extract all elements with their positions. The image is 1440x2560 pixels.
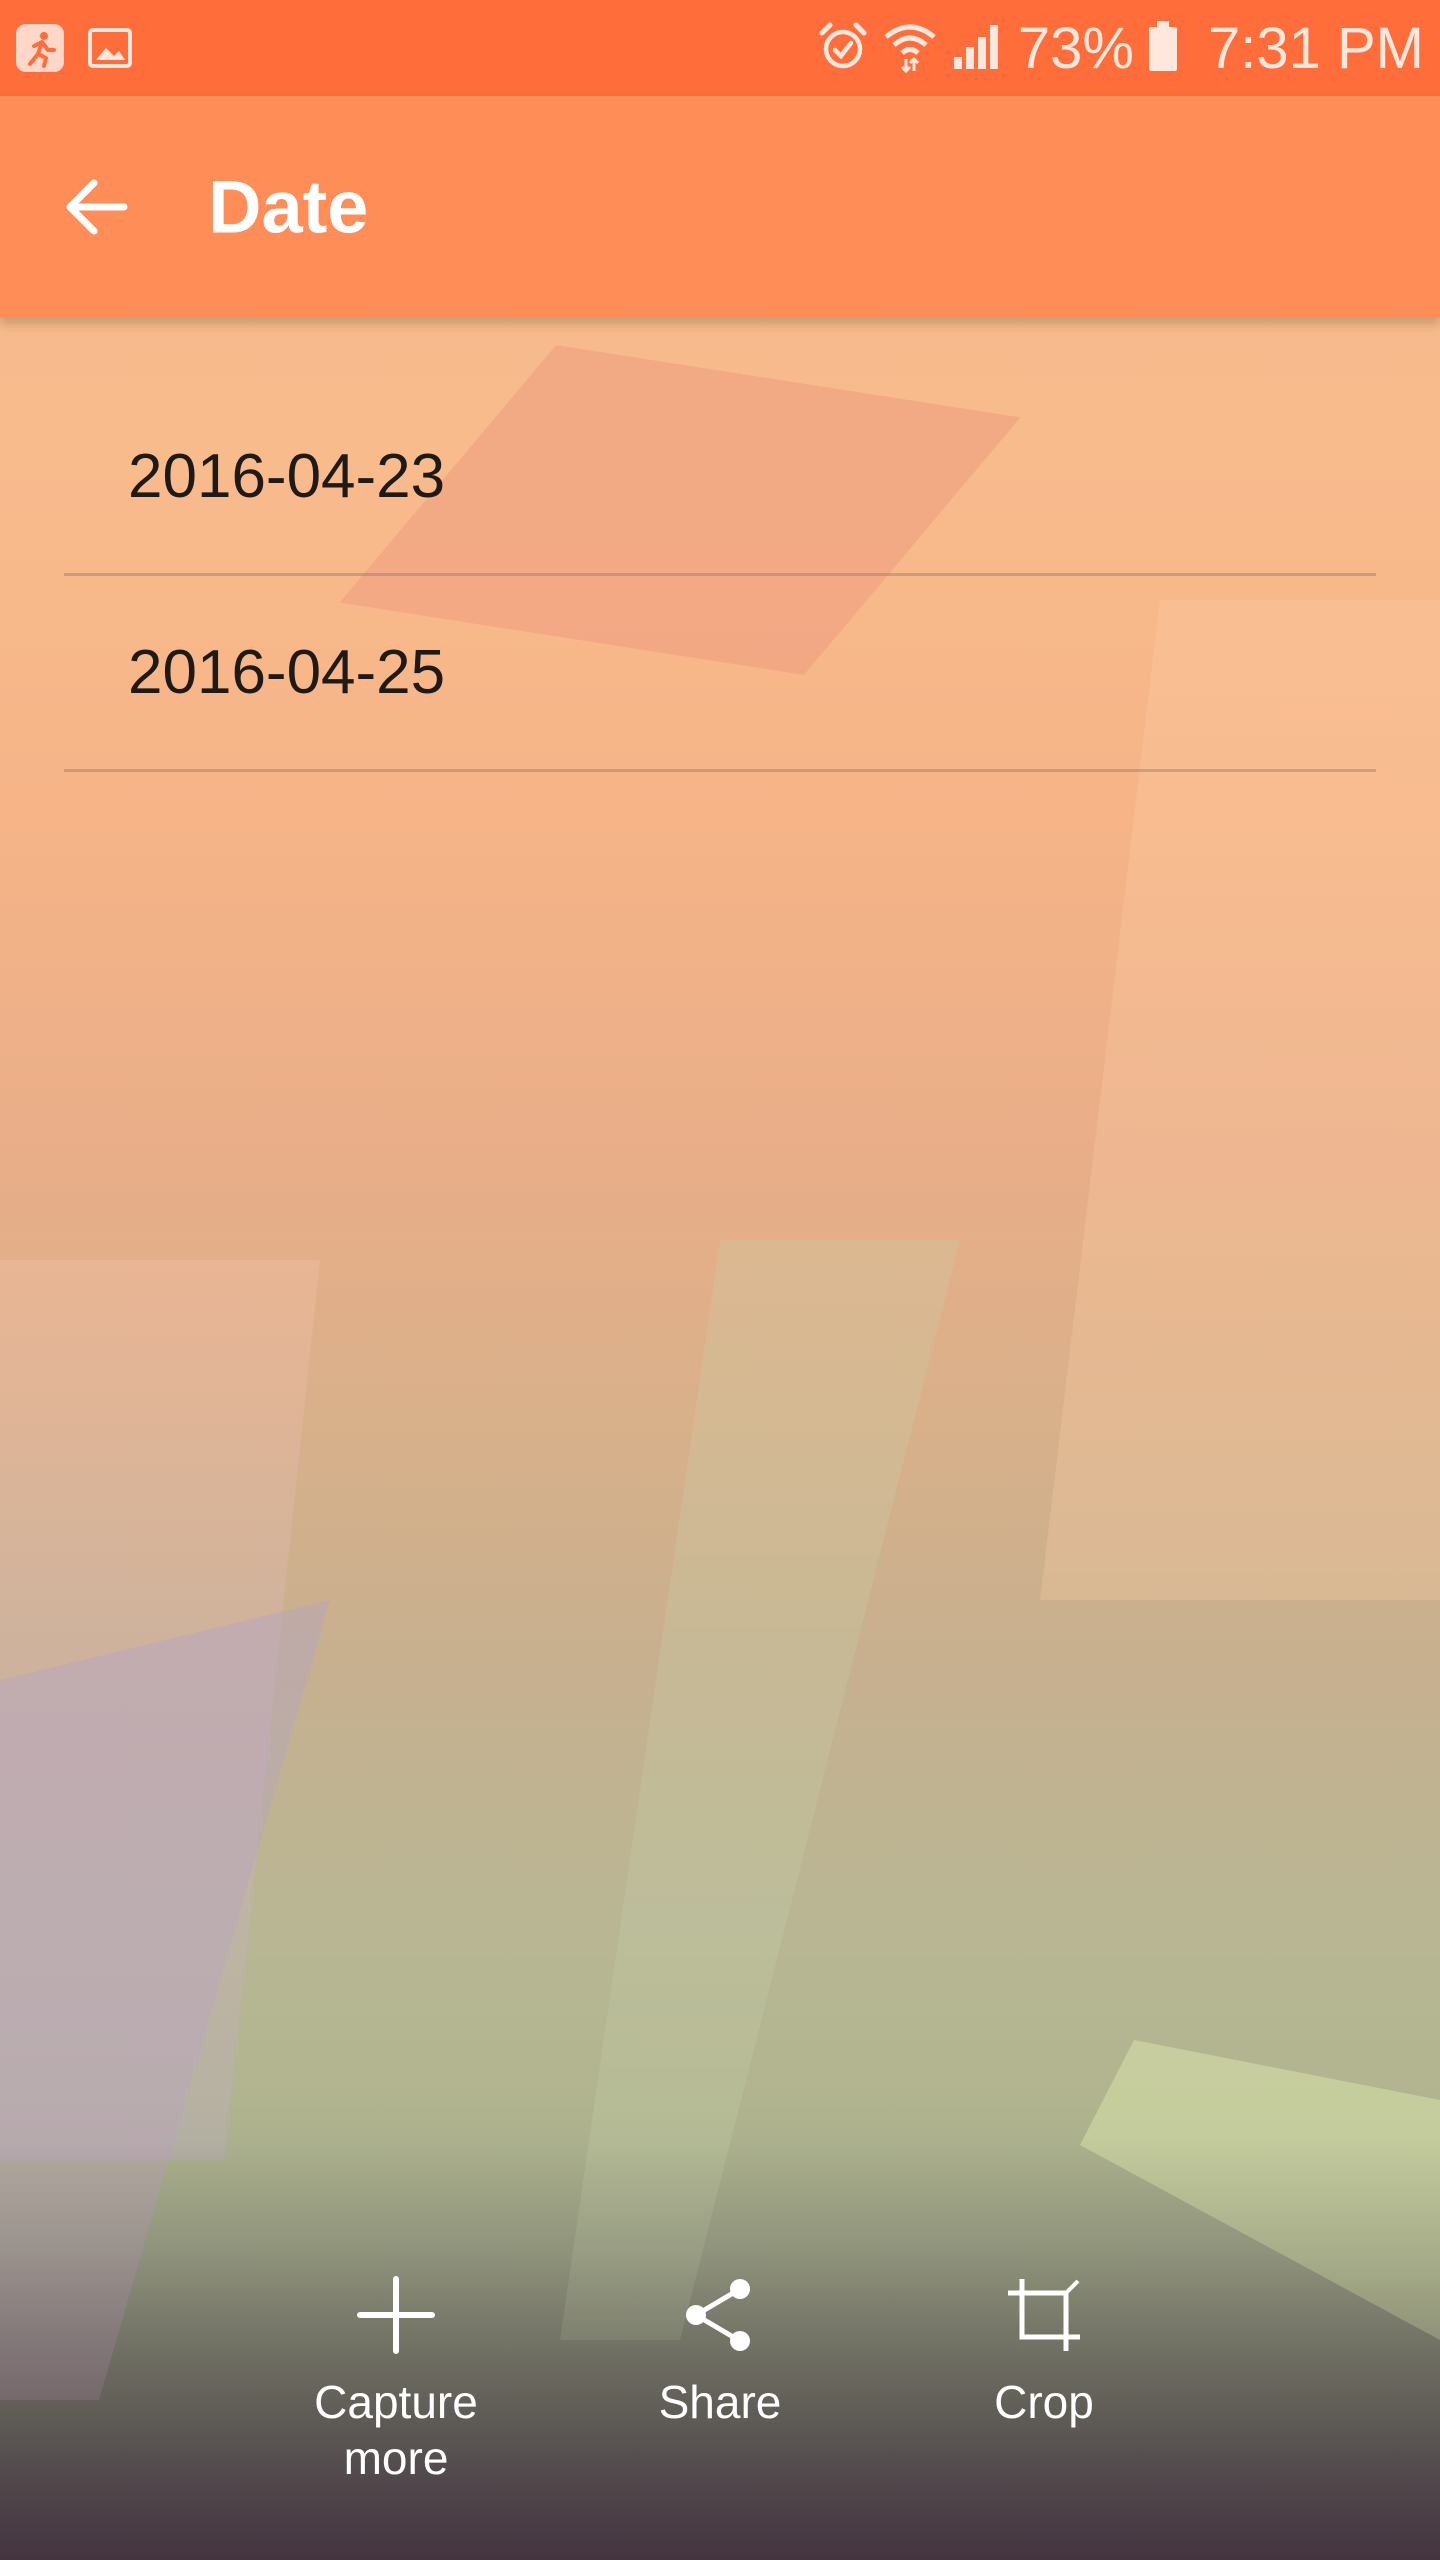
share-label: Share xyxy=(658,2376,782,2428)
date-list-item[interactable]: 2016-04-25 xyxy=(64,576,1376,772)
gallery-icon xyxy=(86,24,134,72)
date-list: 2016-04-23 2016-04-25 xyxy=(64,380,1376,772)
status-bar: 73% 7:31 PM xyxy=(0,0,1440,96)
battery-percent: 73% xyxy=(1017,15,1134,81)
running-app-icon xyxy=(16,24,64,72)
crop-icon xyxy=(999,2270,1089,2360)
capture-actions-bar: Capture more Share Crop xyxy=(0,2270,1440,2510)
crop-label: Crop xyxy=(994,2376,1094,2428)
battery-icon xyxy=(1146,19,1180,78)
clock: 7:31 PM xyxy=(1208,15,1424,81)
alarm-icon xyxy=(816,19,870,78)
capture-more-button[interactable]: Capture more xyxy=(246,2270,546,2486)
date-label: 2016-04-23 xyxy=(128,442,446,511)
crop-button[interactable]: Crop xyxy=(894,2270,1194,2430)
share-icon xyxy=(675,2270,765,2360)
capture-more-label: Capture more xyxy=(314,2376,478,2484)
date-label: 2016-04-25 xyxy=(128,638,446,707)
screen: 73% 7:31 PM Date 2016-04-23 2016-04-25 C… xyxy=(0,0,1440,2560)
page-title: Date xyxy=(208,165,369,249)
back-button[interactable] xyxy=(44,155,148,259)
wifi-icon xyxy=(882,19,938,78)
plus-icon xyxy=(351,2270,441,2360)
wallpaper-facet xyxy=(0,1260,320,2160)
share-button[interactable]: Share xyxy=(570,2270,870,2430)
app-toolbar: Date xyxy=(0,96,1440,318)
signal-icon xyxy=(950,19,1006,78)
arrow-left-icon xyxy=(66,179,128,235)
date-list-item[interactable]: 2016-04-23 xyxy=(64,380,1376,576)
